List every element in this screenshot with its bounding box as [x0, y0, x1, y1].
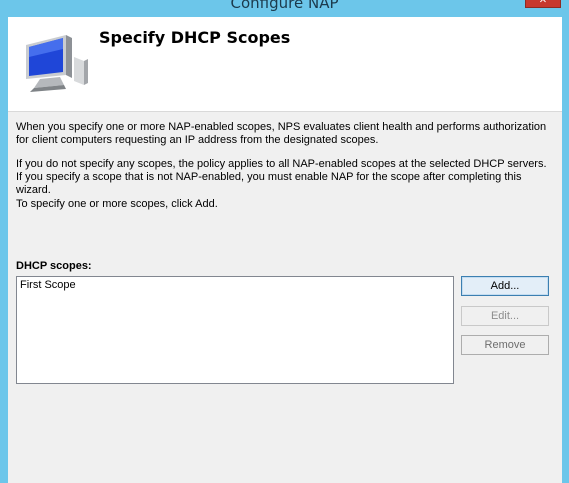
- add-button[interactable]: Add...: [461, 276, 549, 296]
- window-frame-right: [562, 17, 569, 483]
- dhcp-scopes-label: DHCP scopes:: [16, 260, 92, 272]
- remove-button[interactable]: Remove: [461, 335, 549, 355]
- wizard-header: Specify DHCP Scopes: [8, 17, 562, 112]
- title-bar: Configure NAP ✕: [0, 0, 569, 17]
- list-item[interactable]: First Scope: [20, 279, 76, 292]
- computer-monitor-icon: [26, 35, 88, 92]
- dialog-client-area: Specify DHCP Scopes When you specify one…: [8, 17, 562, 483]
- page-title: Specify DHCP Scopes: [99, 28, 291, 47]
- window-title: Configure NAP: [230, 0, 339, 12]
- window-frame-left: [0, 17, 8, 483]
- description-paragraph-1: When you specify one or more NAP-enabled…: [16, 121, 547, 146]
- description-paragraph-2: If you do not specify any scopes, the po…: [16, 158, 547, 196]
- description-paragraph-3: To specify one or more scopes, click Add…: [16, 198, 218, 210]
- edit-button[interactable]: Edit...: [461, 306, 549, 326]
- dhcp-scopes-listbox[interactable]: First Scope: [16, 276, 454, 384]
- close-button[interactable]: ✕: [525, 0, 561, 8]
